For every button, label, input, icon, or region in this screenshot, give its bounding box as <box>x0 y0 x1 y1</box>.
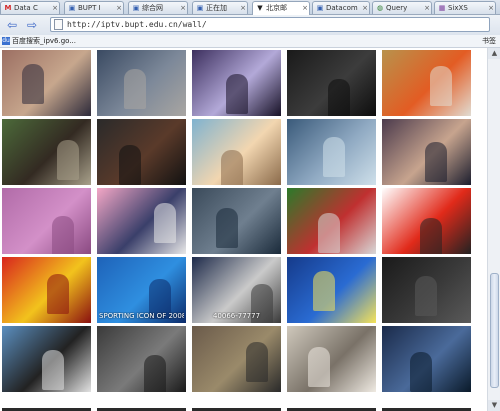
tab-8[interactable]: ▦ SixXS × <box>434 1 496 14</box>
video-thumbnail[interactable] <box>192 188 281 254</box>
navigation-bar: ⇦ ⇨ http://iptv.bupt.edu.cn/wall/ <box>0 15 500 35</box>
video-thumbnail[interactable] <box>287 50 376 116</box>
video-thumbnail[interactable] <box>97 188 186 254</box>
tab-label: 北京邮 <box>266 4 287 12</box>
thumbnail-figure <box>328 79 350 116</box>
video-thumbnail[interactable]: SPORTING ICON OF 2008 <box>97 257 186 323</box>
tab-7[interactable]: ◍ Query × <box>372 1 432 14</box>
scroll-thumb[interactable] <box>490 273 499 388</box>
close-icon[interactable]: × <box>424 2 430 14</box>
thumbnail-caption: SPORTING ICON OF 2008 <box>99 312 184 320</box>
close-icon[interactable]: × <box>302 2 308 14</box>
thumbnail-figure <box>318 213 340 253</box>
video-thumbnail[interactable] <box>382 188 471 254</box>
bookmarks-bar: du 百度搜索_ipv6.go... 书签 <box>0 35 500 48</box>
address-bar[interactable]: http://iptv.bupt.edu.cn/wall/ <box>50 17 490 32</box>
thumbnail-figure <box>42 350 64 390</box>
tab-favicon-icon: ▦ <box>438 4 446 12</box>
tab-1[interactable]: M Data C × <box>0 1 60 14</box>
video-thumbnail[interactable] <box>382 119 471 185</box>
thumbnail-caption: 40066-77777 <box>212 312 261 320</box>
thumbnail-figure <box>308 347 330 387</box>
video-thumbnail[interactable] <box>287 119 376 185</box>
video-thumbnail[interactable] <box>97 119 186 185</box>
thumbnail-figure <box>57 140 79 180</box>
video-thumbnail[interactable] <box>2 257 91 323</box>
video-thumbnail[interactable] <box>97 50 186 116</box>
thumbnail-figure <box>420 218 442 254</box>
thumbnail-figure <box>124 69 146 109</box>
thumbnail-figure <box>22 64 44 104</box>
thumbnail-figure <box>410 352 432 392</box>
bookmarks-menu[interactable]: 书签 <box>482 35 496 47</box>
tab-label: Data C <box>14 4 38 12</box>
video-thumbnail[interactable] <box>192 119 281 185</box>
video-thumbnail[interactable] <box>287 326 376 392</box>
tab-2[interactable]: ▣ BUPT I × <box>64 1 124 14</box>
tab-favicon-icon: ▣ <box>132 4 140 12</box>
back-icon[interactable]: ⇦ <box>4 17 20 33</box>
close-icon[interactable]: × <box>52 2 58 14</box>
tab-strip: M Data C × ▣ BUPT I × ▣ 综合网 × ▣ 正在加 × ▼ 北京邮 × ▣ Datacom ×… <box>0 0 500 15</box>
video-thumbnail[interactable] <box>97 326 186 392</box>
tab-label: 综合网 <box>142 4 163 12</box>
close-icon[interactable]: × <box>240 2 246 14</box>
tab-6[interactable]: ▣ Datacom × <box>312 1 370 14</box>
video-thumbnail[interactable] <box>2 188 91 254</box>
page-icon <box>54 19 63 30</box>
video-wall: SPORTING ICON OF 2008 40066-77777 <box>0 48 486 411</box>
video-thumbnail[interactable] <box>382 257 471 323</box>
thumbnail-figure <box>425 142 447 182</box>
video-thumbnail[interactable] <box>287 188 376 254</box>
thumbnail-figure <box>221 150 243 185</box>
tab-label: SixXS <box>448 4 468 12</box>
thumbnail-figure <box>144 355 166 392</box>
thumbnail-figure <box>323 137 345 177</box>
baidu-icon: du <box>2 37 10 45</box>
thumbnail-figure <box>119 145 141 185</box>
tab-favicon-icon: ▼ <box>257 4 263 12</box>
thumbnail-figure <box>226 74 248 114</box>
scroll-up-icon[interactable]: ▲ <box>488 48 500 59</box>
thumbnail-figure <box>47 274 69 314</box>
thumbnail-figure <box>216 208 238 248</box>
video-thumbnail[interactable] <box>2 50 91 116</box>
close-icon[interactable]: × <box>180 2 186 14</box>
video-thumbnail[interactable] <box>192 326 281 392</box>
thumbnail-figure <box>313 271 335 311</box>
tab-favicon-icon: ▣ <box>316 4 324 12</box>
close-icon[interactable]: × <box>362 2 368 14</box>
forward-icon[interactable]: ⇨ <box>24 17 40 33</box>
bookmark-item[interactable]: 百度搜索_ipv6.go... <box>12 35 76 47</box>
tab-4[interactable]: ▣ 正在加 × <box>192 1 248 14</box>
video-thumbnail[interactable] <box>287 257 376 323</box>
thumbnail-figure <box>52 216 74 254</box>
tab-label: Datacom <box>326 4 358 12</box>
tab-3[interactable]: ▣ 综合网 × <box>128 1 188 14</box>
video-thumbnail[interactable] <box>192 50 281 116</box>
scroll-down-icon[interactable]: ▼ <box>488 400 500 411</box>
tab-5[interactable]: ▼ 北京邮 × <box>252 1 310 15</box>
video-thumbnail[interactable] <box>382 50 471 116</box>
thumbnail-figure <box>415 276 437 316</box>
video-thumbnail[interactable] <box>2 119 91 185</box>
tab-label: BUPT I <box>78 4 101 12</box>
tab-label: Query <box>386 4 408 12</box>
tab-favicon-icon: ▣ <box>196 4 204 12</box>
vertical-scrollbar[interactable]: ▲ ▼ <box>487 48 500 411</box>
tab-favicon-icon: ◍ <box>376 4 384 12</box>
thumbnail-figure <box>154 203 176 243</box>
close-icon[interactable]: × <box>116 2 122 14</box>
tab-favicon-icon: M <box>4 4 12 12</box>
url-text: http://iptv.bupt.edu.cn/wall/ <box>67 20 207 29</box>
tab-favicon-icon: ▣ <box>68 4 76 12</box>
tab-label: 正在加 <box>206 4 227 12</box>
video-thumbnail[interactable]: 40066-77777 <box>192 257 281 323</box>
video-thumbnail[interactable] <box>2 326 91 392</box>
video-thumbnail[interactable] <box>382 326 471 392</box>
close-icon[interactable]: × <box>488 2 494 14</box>
thumbnail-figure <box>246 342 268 382</box>
thumbnail-figure <box>430 66 452 106</box>
